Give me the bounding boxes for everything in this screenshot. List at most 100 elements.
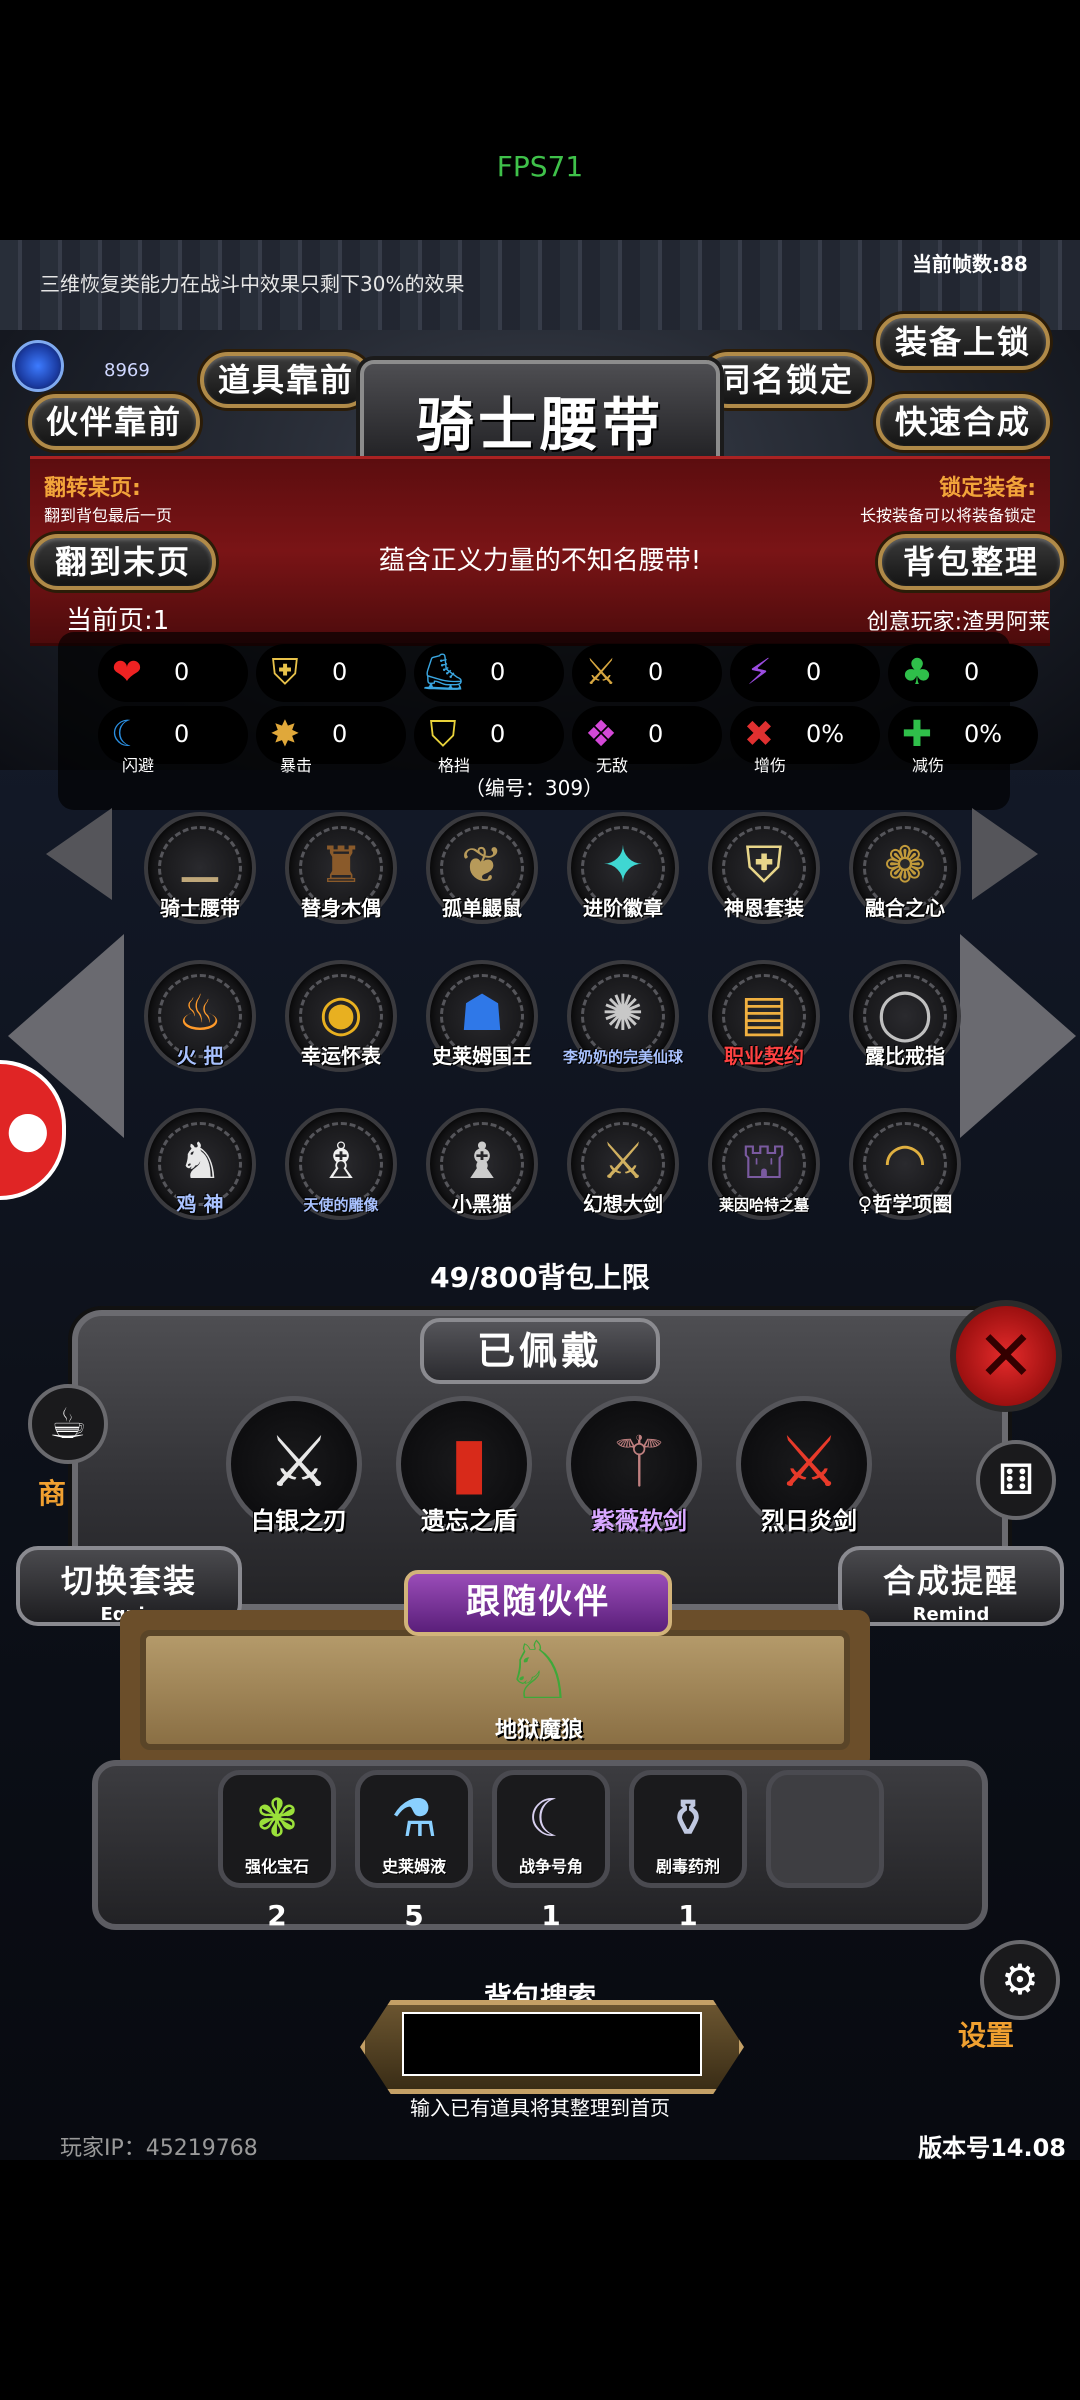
gem-icon (12, 340, 64, 392)
bag-item[interactable]: ⛫ 莱因哈特之墓 (704, 1108, 824, 1238)
consumable-count: 1 (541, 1899, 561, 1932)
synth-remind-button[interactable]: 合成提醒 Remind (838, 1546, 1064, 1626)
bag-item[interactable]: ♞ 鸡 神 (140, 1108, 260, 1238)
empty-slot[interactable] (766, 1770, 884, 1888)
equipped-item[interactable]: ⚔ 烈日炎剑 (736, 1396, 872, 1535)
partner-front-button[interactable]: 伙伴靠前 (28, 394, 200, 450)
props-front-button[interactable]: 道具靠前 (200, 352, 372, 408)
stat-value: 0% (806, 720, 845, 748)
stat-value: 0 (332, 720, 348, 748)
item-label: 鸡 神 (176, 1192, 224, 1216)
bag-item[interactable]: ✺ 李奶奶的完美仙球 (563, 960, 683, 1090)
item-icon: ▤ (740, 984, 788, 1042)
item-label: 神恩套装 (724, 896, 804, 920)
item-icon: ❁ (884, 836, 926, 894)
item-label: 莱因哈特之墓 (718, 1196, 809, 1214)
lock-hint-title: 锁定装备: (939, 476, 1036, 501)
stat-item: ✖ 0% 增伤 (730, 706, 880, 775)
next-small-arrow-icon[interactable] (972, 808, 1038, 900)
equipment-icon: ⚔ (267, 1421, 331, 1503)
settings-label[interactable]: 设置 (958, 2014, 1014, 2054)
bag-item[interactable]: ◠ ♀哲学项圈 (845, 1108, 965, 1238)
equipment-label: 烈日炎剑 (761, 1507, 857, 1535)
prev-small-arrow-icon[interactable] (46, 808, 112, 900)
consumable-icon: ⚗ (390, 1789, 438, 1849)
item-label: 进阶徽章 (583, 896, 663, 920)
item-label: 李奶奶的完美仙球 (562, 1048, 683, 1066)
bag-item[interactable]: ♗ 天使的雕像 (281, 1108, 401, 1238)
lightning-icon: ⚡ (746, 652, 772, 693)
bag-item[interactable]: ⚊ 骑士腰带 (140, 812, 260, 942)
stat-value: 0 (806, 658, 822, 686)
item-icon: ☗ (459, 984, 505, 1042)
item-icon: ♞ (177, 1132, 223, 1190)
item-icon: ◠ (883, 1132, 927, 1190)
item-label: 史莱姆国王 (432, 1044, 532, 1068)
item-icon: ✺ (602, 984, 644, 1042)
synth-remind-label: 合成提醒 (882, 1562, 1019, 1600)
bag-item[interactable]: ◉ 幸运怀表 (281, 960, 401, 1090)
stat-item: ❖ 0 无敌 (572, 706, 722, 775)
stat-item: ✚ 0% 减伤 (888, 706, 1038, 775)
item-icon: ❦ (461, 836, 503, 894)
bag-item[interactable]: ◯ 露比戒指 (845, 960, 965, 1090)
item-label: 融合之心 (865, 896, 945, 920)
bag-item[interactable]: ⛨ 神恩套装 (704, 812, 824, 942)
bag-item[interactable]: ❦ 孤单鼹鼠 (422, 812, 542, 942)
last-page-button[interactable]: 翻到末页 (30, 534, 216, 590)
shop-label[interactable]: 商 (38, 1472, 66, 1512)
stat-item: ⛨ 0 (256, 644, 406, 702)
version-number: 版本号14.08 (918, 2134, 1066, 2162)
next-page-arrow-icon[interactable] (960, 934, 1076, 1138)
bag-item[interactable]: ♜ 替身木偶 (281, 812, 401, 942)
equipped-item[interactable]: ▮ 遗忘之盾 (396, 1396, 532, 1535)
stat-value: 0 (964, 658, 980, 686)
dice-icon[interactable]: ⚅ (976, 1440, 1056, 1520)
stat-item: ⚡ 0 (730, 644, 880, 702)
consumable-item[interactable]: ☾ 战争号角 1 (492, 1770, 610, 1932)
switch-set-label: 切换套装 (60, 1562, 197, 1600)
item-label: 替身木偶 (301, 896, 381, 920)
user-icon: ● (6, 1100, 50, 1158)
stat-value: 0% (964, 720, 1003, 748)
close-button[interactable]: ✕ (950, 1300, 1062, 1412)
consumable-label: 强化宝石 (244, 1857, 309, 1876)
search-hint: 输入已有道具将其整理到首页 (410, 2096, 670, 2120)
bag-sort-button[interactable]: 背包整理 (878, 534, 1064, 590)
stat-item: ❤ 0 (98, 644, 248, 702)
bag-item[interactable]: ✦ 进阶徽章 (563, 812, 683, 942)
item-icon: ♝ (459, 1132, 505, 1190)
equip-lock-button[interactable]: 装备上锁 (876, 314, 1050, 370)
bag-item[interactable]: ♝ 小黑猫 (422, 1108, 542, 1238)
player-ip: 玩家IP：45219768 (60, 2136, 258, 2161)
heart-icon: ❤ (111, 652, 143, 693)
item-label: 火 把 (176, 1044, 224, 1068)
item-label: 幻想大剑 (583, 1192, 663, 1216)
stat-value: 0 (490, 658, 506, 686)
search-input[interactable] (402, 2012, 702, 2076)
consumable-icon: ☾ (527, 1789, 575, 1849)
consumable-item[interactable]: ❃ 强化宝石 2 (218, 1770, 336, 1932)
consumable-item[interactable]: ⚱ 剧毒药剂 1 (629, 1770, 747, 1932)
shop-icon[interactable]: ☕ (28, 1384, 108, 1464)
consumable-icon: ❃ (255, 1789, 299, 1849)
battle-notice: 三维恢复类能力在战斗中效果只剩下30%的效果 (40, 272, 465, 296)
bag-item[interactable]: ☗ 史莱姆国王 (422, 960, 542, 1090)
bag-item[interactable]: ♨ 火 把 (140, 960, 260, 1090)
stat-item: ♣ 0 (888, 644, 1038, 702)
consumable-item[interactable]: ⚗ 史莱姆液 5 (355, 1770, 473, 1932)
same-name-lock-button[interactable]: 同名锁定 (700, 352, 872, 408)
bag-item[interactable]: ⚔ 幻想大剑 (563, 1108, 683, 1238)
bag-item[interactable]: ▤ 职业契约 (704, 960, 824, 1090)
item-icon: ♨ (177, 984, 223, 1042)
equipment-icon: ⚔ (777, 1421, 841, 1503)
equipment-icon: ⚚ (607, 1421, 671, 1503)
consumable-count: 1 (678, 1899, 698, 1932)
stat-item: ⛸ 0 (414, 644, 564, 702)
item-label: 骑士腰带 (160, 896, 240, 920)
equipped-item[interactable]: ⚚ 紫薇软剑 (566, 1396, 702, 1535)
item-label: 天使的雕像 (303, 1196, 379, 1214)
equipped-item[interactable]: ⚔ 白银之刃 (226, 1396, 362, 1535)
bag-item[interactable]: ❁ 融合之心 (845, 812, 965, 942)
quick-synth-button[interactable]: 快速合成 (876, 394, 1050, 450)
